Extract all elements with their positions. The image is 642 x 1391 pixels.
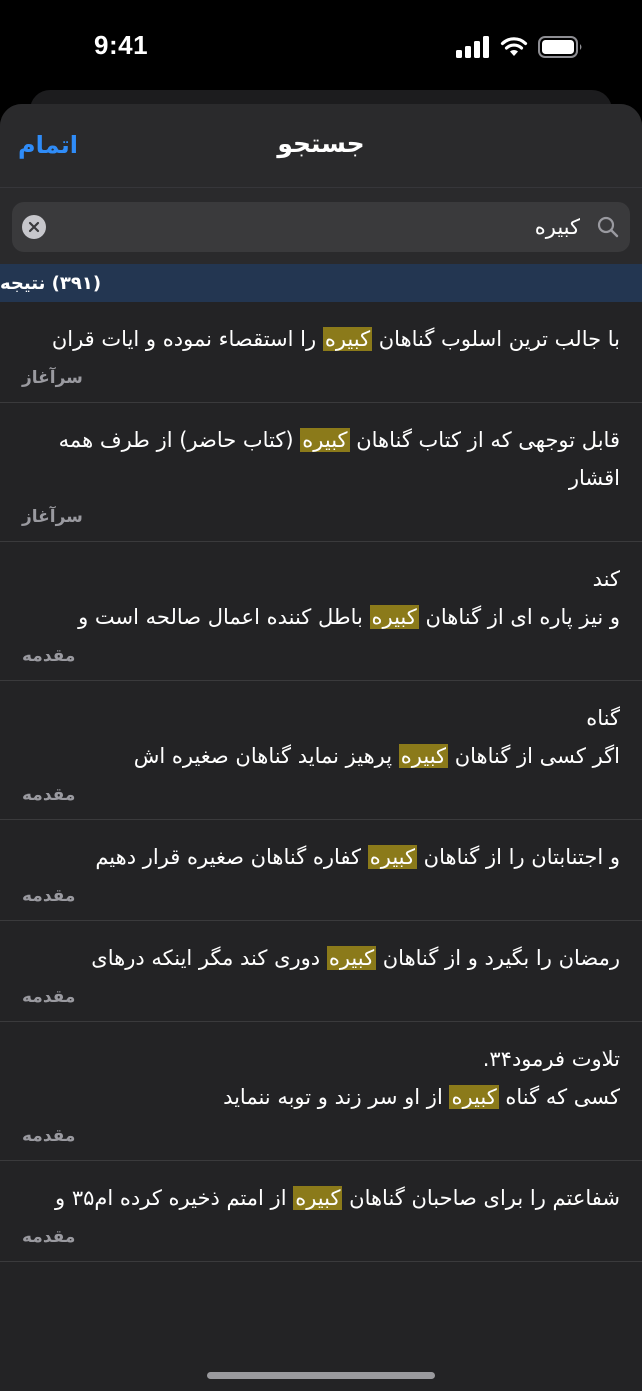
snippet-line: و نیز پاره ای از گناهان کبیره باطل کننده… bbox=[22, 598, 620, 636]
search-match-highlight: کبیره bbox=[367, 845, 417, 869]
search-match-highlight: کبیره bbox=[322, 327, 373, 351]
cellular-signal-icon bbox=[456, 36, 489, 58]
search-match-highlight: کبیره bbox=[369, 605, 419, 629]
snippet-line: تلاوت فرمود۳۴. bbox=[22, 1040, 620, 1078]
wifi-icon bbox=[500, 37, 528, 56]
search-match-highlight: کبیره bbox=[326, 946, 377, 970]
status-time: 9:41 bbox=[94, 30, 149, 60]
result-source-label: سرآغاز bbox=[22, 368, 83, 388]
search-match-highlight: کبیره bbox=[293, 1186, 343, 1210]
results-list: با جالب ترین اسلوب گناهان کبیره را استقص… bbox=[0, 302, 642, 1262]
result-source-label: مقدمه bbox=[22, 987, 76, 1007]
result-snippet: شفاعتم را برای صاحبان گناهان کبیره از ام… bbox=[22, 1179, 620, 1217]
result-item[interactable]: تلاوت فرمود۳۴. کسی که گناه کبیره از او سر… bbox=[0, 1022, 642, 1161]
result-snippet: و اجتنابتان را از گناهان کبیره کفاره گنا… bbox=[22, 838, 620, 876]
results-count-label: (۳۹۱) نتیجه bbox=[0, 272, 102, 294]
home-indicator bbox=[207, 1372, 435, 1379]
snippet-text: باطل کننده اعمال صالحه است و bbox=[78, 605, 370, 629]
snippet-line: با جالب ترین اسلوب گناهان کبیره را استقص… bbox=[22, 320, 620, 358]
result-item[interactable]: رمضان را بگیرد و از گناهان کبیره دوری کن… bbox=[0, 921, 642, 1022]
search-sheet: اتمام جستجو (۳۹۱) نتیجه با جالب ترین اسل… bbox=[0, 104, 642, 1391]
result-snippet: رمضان را بگیرد و از گناهان کبیره دوری کن… bbox=[22, 939, 620, 977]
results-count-header: (۳۹۱) نتیجه bbox=[0, 264, 642, 302]
result-source-label: مقدمه bbox=[22, 1227, 76, 1247]
result-item[interactable]: گناه اگر کسی از گناهان کبیره پرهیز نماید … bbox=[0, 681, 642, 820]
result-item[interactable]: قابل توجهی که از کتاب گناهان کبیره (کتاب… bbox=[0, 403, 642, 542]
status-icons bbox=[456, 36, 584, 58]
snippet-text: قابل توجهی که از کتاب گناهان bbox=[349, 428, 620, 452]
snippet-text: کند bbox=[592, 567, 620, 591]
snippet-line: و اجتنابتان را از گناهان کبیره کفاره گنا… bbox=[22, 838, 620, 876]
snippet-text: و اجتنابتان را از گناهان bbox=[417, 845, 620, 869]
snippet-text: کسی که گناه bbox=[498, 1085, 620, 1109]
snippet-text: دوری کند مگر اینکه درهای bbox=[91, 946, 327, 970]
result-snippet: قابل توجهی که از کتاب گناهان کبیره (کتاب… bbox=[22, 421, 620, 497]
search-bar-container bbox=[0, 188, 642, 264]
snippet-text: رمضان را بگیرد و از گناهان bbox=[376, 946, 620, 970]
search-input[interactable] bbox=[62, 202, 580, 252]
snippet-text: پرهیز نماید گناهان صغیره اش bbox=[133, 744, 399, 768]
result-snippet: کند و نیز پاره ای از گناهان کبیره باطل کن… bbox=[22, 560, 620, 636]
result-item[interactable]: و اجتنابتان را از گناهان کبیره کفاره گنا… bbox=[0, 820, 642, 921]
result-snippet: تلاوت فرمود۳۴. کسی که گناه کبیره از او سر… bbox=[22, 1040, 620, 1116]
snippet-line: رمضان را بگیرد و از گناهان کبیره دوری کن… bbox=[22, 939, 620, 977]
result-item[interactable]: کند و نیز پاره ای از گناهان کبیره باطل کن… bbox=[0, 542, 642, 681]
search-match-highlight: کبیره bbox=[449, 1085, 499, 1109]
snippet-line: اگر کسی از گناهان کبیره پرهیز نماید گناه… bbox=[22, 737, 620, 775]
snippet-line: کند bbox=[22, 560, 620, 598]
search-field[interactable] bbox=[12, 202, 630, 252]
clear-search-icon[interactable] bbox=[22, 215, 46, 239]
snippet-text: گناه bbox=[586, 706, 620, 730]
result-source-label: سرآغاز bbox=[22, 507, 83, 527]
snippet-text: با جالب ترین اسلوب گناهان bbox=[372, 327, 620, 351]
snippet-text: تلاوت فرمود۳۴. bbox=[482, 1047, 620, 1071]
page-title: جستجو bbox=[277, 129, 365, 158]
snippet-text: از امتم ذخیره کرده ام۳۵ و bbox=[55, 1186, 294, 1210]
result-source-label: مقدمه bbox=[22, 646, 76, 666]
snippet-line: کسی که گناه کبیره از او سر زند و توبه نن… bbox=[22, 1078, 620, 1116]
snippet-text: شفاعتم را برای صاحبان گناهان bbox=[342, 1186, 620, 1210]
search-match-highlight: کبیره bbox=[398, 744, 449, 768]
result-item[interactable]: با جالب ترین اسلوب گناهان کبیره را استقص… bbox=[0, 302, 642, 403]
navigation-bar: اتمام جستجو bbox=[0, 104, 642, 188]
battery-icon bbox=[538, 36, 582, 58]
snippet-line: گناه bbox=[22, 699, 620, 737]
snippet-text: را استقصاء نموده و ایات قران bbox=[51, 327, 323, 351]
search-match-highlight: کبیره bbox=[300, 428, 350, 452]
snippet-text: اگر کسی از گناهان bbox=[448, 744, 620, 768]
snippet-line: قابل توجهی که از کتاب گناهان کبیره (کتاب… bbox=[22, 421, 620, 497]
search-icon bbox=[597, 216, 619, 238]
snippet-text: و نیز پاره ای از گناهان bbox=[418, 605, 620, 629]
snippet-text: از او سر زند و توبه ننماید bbox=[223, 1085, 450, 1109]
result-source-label: مقدمه bbox=[22, 1126, 76, 1146]
result-item[interactable]: شفاعتم را برای صاحبان گناهان کبیره از ام… bbox=[0, 1161, 642, 1262]
status-bar: 9:41 bbox=[0, 0, 642, 96]
snippet-text: کفاره گناهان صغیره قرار دهیم bbox=[95, 845, 368, 869]
result-source-label: مقدمه bbox=[22, 785, 76, 805]
result-source-label: مقدمه bbox=[22, 886, 76, 906]
result-snippet: با جالب ترین اسلوب گناهان کبیره را استقص… bbox=[22, 320, 620, 358]
result-snippet: گناه اگر کسی از گناهان کبیره پرهیز نماید … bbox=[22, 699, 620, 775]
snippet-line: شفاعتم را برای صاحبان گناهان کبیره از ام… bbox=[22, 1179, 620, 1217]
